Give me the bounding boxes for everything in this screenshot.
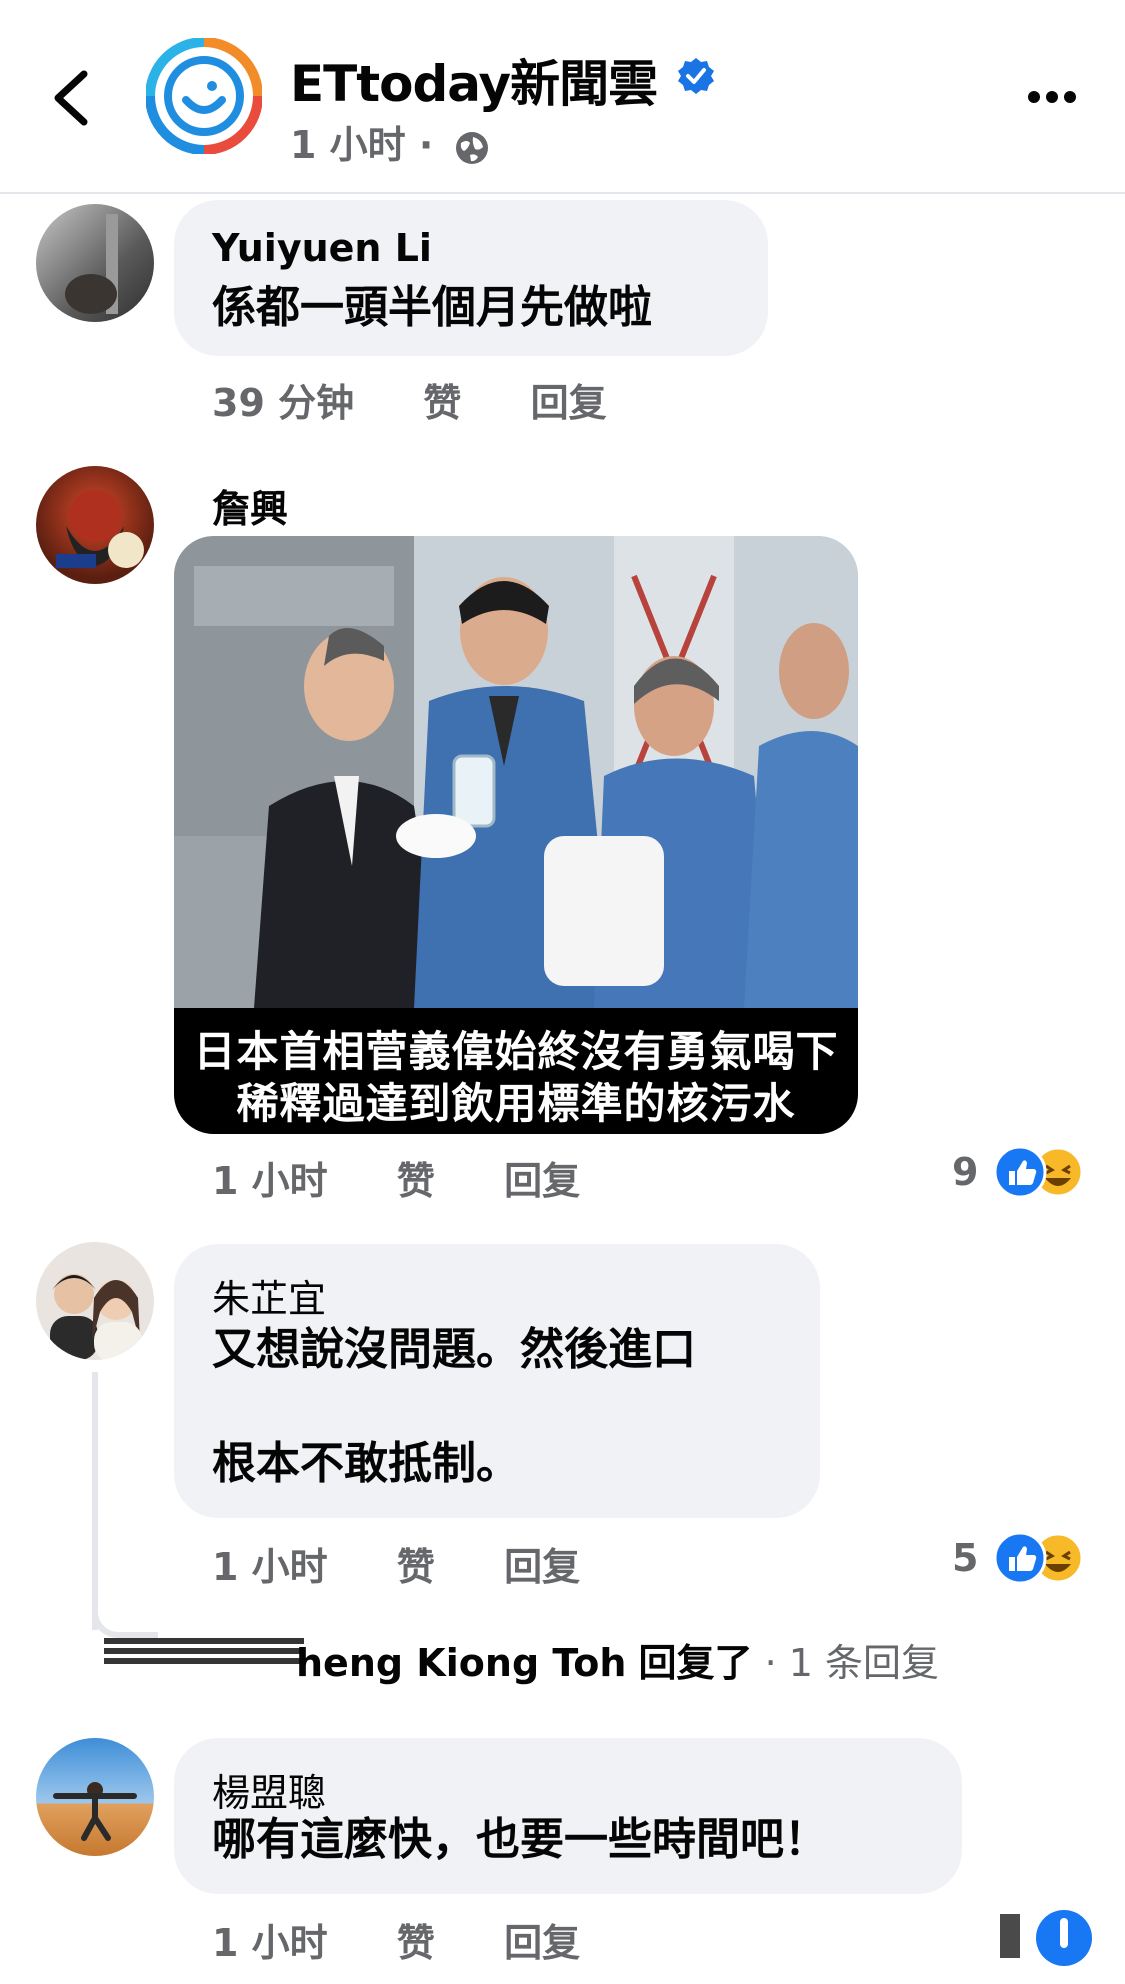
comment-text: 哪有這麼快，也要一些時間吧！ <box>212 1814 828 1865</box>
reply-button[interactable]: 回复 <box>504 1159 580 1203</box>
reply-button[interactable]: 回复 <box>504 1545 580 1589</box>
image-caption-line: 稀釋過達到飲用標準的核污水 <box>236 1079 796 1128</box>
globe-icon <box>455 131 488 164</box>
comment-actions: 39 分钟 赞 回复 <box>212 372 663 427</box>
comment-author[interactable]: 詹興 <box>212 478 288 533</box>
reply-button[interactable]: 回复 <box>504 1921 580 1965</box>
thread-line <box>92 1372 98 1630</box>
comment-bubble: 楊盟聰 哪有這麼快，也要一些時間吧！ <box>174 1738 962 1894</box>
comment-actions: 1 小时 赞 回复 <box>212 1536 636 1591</box>
like-reaction-icon <box>993 1531 1047 1585</box>
commenter-avatar[interactable] <box>36 466 154 584</box>
more-options-icon[interactable] <box>1026 82 1078 112</box>
comment-author[interactable]: Yuiyuen Li <box>212 226 432 270</box>
post-header: ETtoday新聞雲 1 小时 · <box>0 0 1125 194</box>
comment-image[interactable]: 日本首相菅義偉始終沒有勇氣喝下 稀釋過達到飲用標準的核污水 <box>174 536 858 1134</box>
reaction-count: 9 <box>952 1150 979 1194</box>
like-button[interactable]: 赞 <box>397 1545 435 1589</box>
comment-time: 1 小时 <box>212 1159 328 1203</box>
page-name[interactable]: ETtoday新聞雲 <box>290 44 658 116</box>
like-button[interactable]: 赞 <box>397 1921 435 1965</box>
commenter-avatar[interactable] <box>36 204 154 322</box>
comment-time: 1 小时 <box>212 1921 328 1965</box>
post-time: 1 小时 · <box>290 114 491 169</box>
reply-author: heng Kiong Toh <box>296 1641 627 1685</box>
thread-connector <box>92 1600 158 1638</box>
officials-photo <box>174 536 858 1008</box>
like-button[interactable]: 赞 <box>397 1159 435 1203</box>
comment-bubble: 朱芷宜 又想說沒問題。然後進口 根本不敢抵制。 <box>174 1244 820 1518</box>
commenter-avatar[interactable] <box>36 1738 154 1856</box>
like-reaction-icon[interactable] <box>1000 1904 1092 1968</box>
reaction-summary[interactable]: 5 <box>952 1530 1092 1586</box>
reaction-count: 5 <box>952 1536 979 1580</box>
post-time-label: 1 小时 <box>290 123 406 167</box>
post-time-separator: · <box>418 123 434 167</box>
page-avatar-logo[interactable] <box>146 38 262 154</box>
view-replies-link[interactable]: heng Kiong Toh 回复了 · 1 条回复 <box>296 1632 939 1687</box>
reply-count: · 1 条回复 <box>764 1641 940 1685</box>
comment-text: 又想說沒問題。然後進口 <box>212 1324 696 1375</box>
comment-author[interactable]: 楊盟聰 <box>212 1762 326 1817</box>
verified-badge-icon <box>678 58 714 94</box>
comment-author[interactable]: 朱芷宜 <box>212 1268 326 1323</box>
reaction-summary[interactable]: 9 <box>952 1144 1092 1200</box>
comment-time: 39 分钟 <box>212 381 355 425</box>
reply-action: 回复了 <box>638 1641 753 1685</box>
reply-button[interactable]: 回复 <box>531 381 607 425</box>
comment-text: 根本不敢抵制。 <box>212 1438 520 1489</box>
comment-actions: 1 小时 赞 回复 <box>212 1150 636 1205</box>
like-button[interactable]: 赞 <box>423 381 461 425</box>
like-reaction-icon <box>993 1145 1047 1199</box>
comment-actions: 1 小时 赞 回复 <box>212 1912 636 1967</box>
comment-text: 係都一頭半個月先做啦 <box>212 282 652 333</box>
comment-time: 1 小时 <box>212 1545 328 1589</box>
back-arrow-icon[interactable] <box>48 66 96 130</box>
reply-avatar-blur <box>104 1638 304 1664</box>
comment-bubble: Yuiyuen Li 係都一頭半個月先做啦 <box>174 200 768 356</box>
commenter-avatar[interactable] <box>36 1242 154 1360</box>
image-caption-band: 日本首相菅義偉始終沒有勇氣喝下 稀釋過達到飲用標準的核污水 <box>174 1008 858 1134</box>
